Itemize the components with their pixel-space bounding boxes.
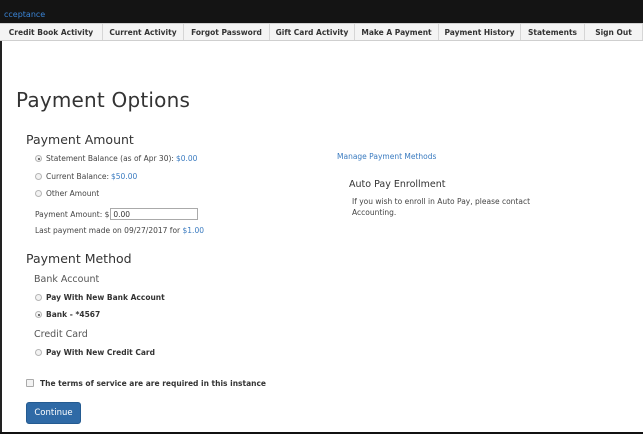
radio-icon[interactable] — [35, 173, 42, 180]
nav-gift-card-activity[interactable]: Gift Card Activity — [270, 24, 355, 40]
statement-balance-label: Statement Balance (as of Apr 30): — [46, 154, 174, 163]
payment-amount-label: Payment Amount: $ — [35, 209, 110, 219]
radio-selected-icon[interactable] — [35, 155, 42, 162]
current-balance-label: Current Balance: — [46, 172, 109, 181]
continue-button[interactable]: Continue — [26, 402, 81, 424]
nav-current-activity[interactable]: Current Activity — [103, 24, 184, 40]
radio-icon[interactable] — [35, 349, 42, 356]
app-name-link[interactable]: cceptance — [4, 10, 45, 20]
current-balance-amount: $50.00 — [111, 172, 138, 181]
nav-forgot-password[interactable]: Forgot Password — [184, 24, 270, 40]
current-balance-option[interactable]: Current Balance: $50.00 — [35, 171, 137, 182]
bank-account-heading: Bank Account — [34, 274, 100, 285]
last-payment-info: Last payment made on 09/27/2017 for $1.0… — [35, 226, 204, 235]
page-title: Payment Options — [16, 88, 191, 112]
payment-amount-row: Payment Amount: $ — [35, 207, 199, 221]
top-bar: cceptance — [0, 0, 643, 23]
new-credit-card-option[interactable]: Pay With New Credit Card — [35, 347, 155, 358]
nav-payment-history[interactable]: Payment History — [439, 24, 521, 40]
other-amount-label: Other Amount — [46, 189, 100, 198]
radio-icon[interactable] — [35, 294, 42, 301]
saved-bank-label: Bank - *4567 — [46, 310, 101, 319]
autopay-heading: Auto Pay Enrollment — [349, 179, 446, 190]
main-nav: Credit Book Activity Current Activity Fo… — [0, 23, 643, 41]
new-credit-card-label: Pay With New Credit Card — [46, 348, 155, 357]
last-payment-amount: $1.00 — [182, 226, 204, 235]
statement-balance-amount: $0.00 — [175, 154, 198, 163]
payment-amount-input[interactable] — [110, 208, 199, 220]
payment-amount-heading: Payment Amount — [26, 132, 134, 147]
statement-balance-option[interactable]: Statement Balance (as of Apr 30): $0.00 — [35, 153, 197, 164]
manage-payment-methods-link[interactable]: Manage Payment Methods — [337, 152, 436, 161]
terms-row[interactable]: The terms of service are are required in… — [26, 377, 266, 389]
radio-icon[interactable] — [35, 190, 42, 197]
last-payment-text: Last payment made on 09/27/2017 for — [35, 226, 181, 235]
terms-label: The terms of service are are required in… — [40, 378, 267, 388]
nav-statements[interactable]: Statements — [521, 24, 585, 40]
new-bank-account-option[interactable]: Pay With New Bank Account — [35, 292, 165, 303]
new-bank-account-label: Pay With New Bank Account — [46, 293, 165, 302]
radio-selected-icon[interactable] — [35, 311, 42, 318]
payment-method-heading: Payment Method — [26, 251, 132, 266]
nav-make-a-payment[interactable]: Make A Payment — [355, 24, 439, 40]
window-edge — [0, 0, 2, 434]
nav-sign-out[interactable]: Sign Out — [585, 24, 643, 40]
other-amount-option[interactable]: Other Amount — [35, 188, 99, 199]
terms-checkbox[interactable] — [26, 379, 34, 387]
autopay-message: If you wish to enroll in Auto Pay, pleas… — [352, 197, 531, 217]
saved-bank-option[interactable]: Bank - *4567 — [35, 309, 100, 320]
nav-credit-book-activity[interactable]: Credit Book Activity — [0, 24, 103, 40]
credit-card-heading: Credit Card — [34, 329, 88, 340]
